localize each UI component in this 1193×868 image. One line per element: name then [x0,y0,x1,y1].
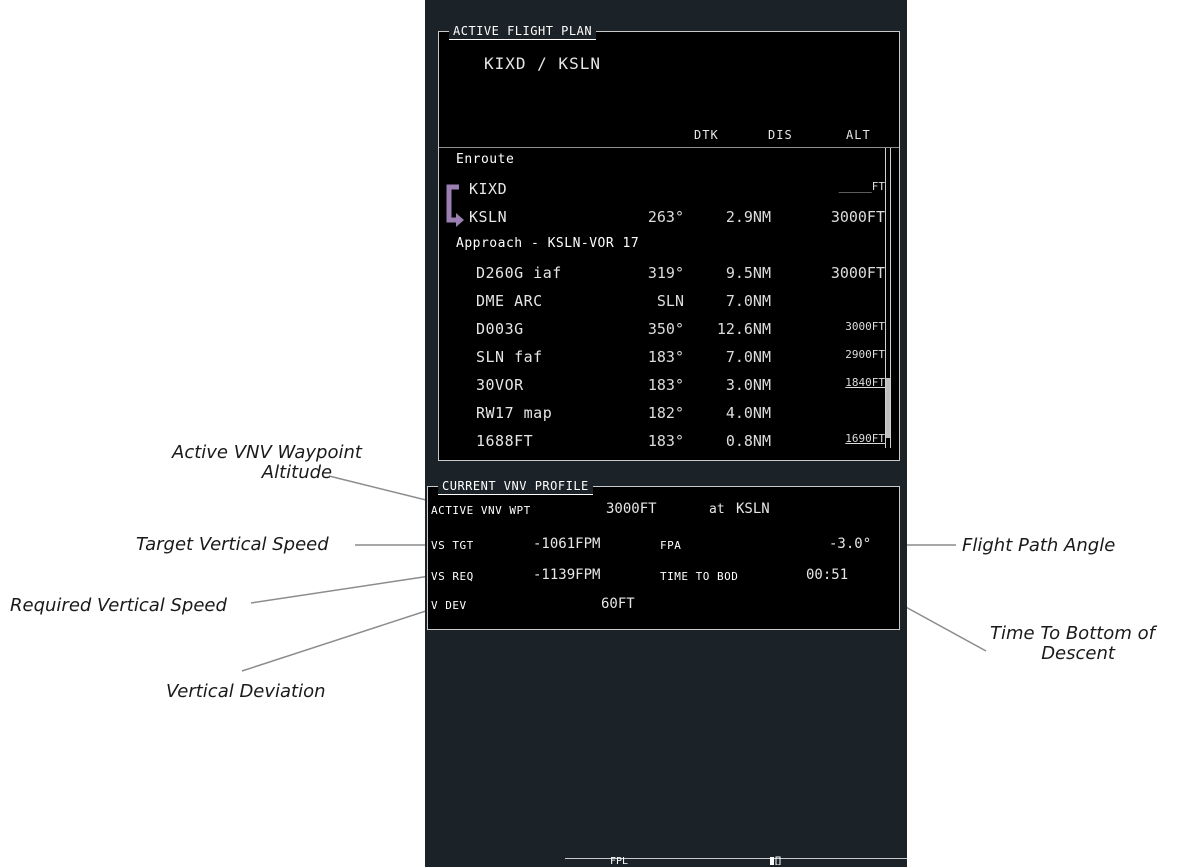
waypoint-alt[interactable]: 3000FT [831,264,885,282]
flight-plan-title: ACTIVE FLIGHT PLAN [449,23,597,40]
waypoint-name: D003G [476,320,524,338]
col-header-dtk: DTK [694,128,719,142]
vs-tgt-label: VS TGT [431,539,474,552]
page-indicator-icon [770,856,781,865]
waypoint-dtk: 183° [647,432,684,450]
waypoint-alt[interactable]: 1840FT [845,376,885,389]
active-leg-arrow-icon [446,184,464,227]
scrollbar-thumb[interactable] [886,378,890,438]
list-item[interactable]: RW17 map 182° 4.0NM [439,400,899,428]
waypoint-alt[interactable]: 2900FT [845,348,885,361]
waypoint-dis: 12.6NM [716,320,771,338]
waypoint-name: KSLN [469,208,508,226]
active-vnv-wpt-name: KSLN [736,501,770,517]
fpa-label: FPA [660,539,682,552]
waypoint-dtk: 183° [647,376,684,394]
fpa-value: -3.0° [829,536,872,552]
flight-plan-header-area [439,32,899,147]
callout-required-vs: Required Vertical Speed [10,595,227,616]
waypoint-name: RW17 map [476,404,553,422]
callout-time-bod: Time To Bottom of Descent [990,624,1155,664]
callout-active-vnv-alt: Active VNV Waypoint Altitude [172,443,362,483]
callout-target-vs: Target Vertical Speed [136,534,329,555]
vnv-profile-panel: CURRENT VNV PROFILE ACTIVE VNV WPT 3000F… [427,478,900,630]
list-item[interactable]: D003G 350° 12.6NM 3000FT [439,316,899,344]
mfd-screen: ACTIVE FLIGHT PLAN KIXD / KSLN DTK DIS A… [425,0,907,867]
vdev-label: V DEV [431,599,467,612]
waypoint-name: SLN faf [476,348,543,366]
waypoint-dis: 2.9NM [725,208,771,226]
time-bod-value: 00:51 [806,567,849,583]
vdev-value: 60FT [601,596,635,612]
vnv-profile-title: CURRENT VNV PROFILE [438,478,593,495]
waypoint-dtk: 350° [647,320,684,338]
waypoint-name: KIXD [469,180,508,198]
callout-time-bod-line1: Time To Bottom of [990,623,1155,644]
col-header-alt: ALT [846,128,871,142]
section-header-enroute: Enroute [439,148,899,176]
softkey-fpl[interactable]: FPL [610,856,628,867]
list-item[interactable]: D260G iaf 319° 9.5NM 3000FT [439,260,899,288]
section-label: Approach - KSLN-VOR 17 [456,236,640,251]
vs-req-value: -1139FPM [533,567,601,583]
waypoint-dtk: SLN [656,292,684,310]
waypoint-alt[interactable]: _____FT [839,180,885,193]
waypoint-name: DME ARC [476,292,543,310]
waypoint-dis: 0.8NM [725,432,771,450]
waypoint-dis: 9.5NM [725,264,771,282]
list-item[interactable]: KIXD _____FT [439,176,899,204]
col-header-dis: DIS [768,128,793,142]
flight-plan-route[interactable]: KIXD / KSLN [484,54,601,73]
at-label: at [709,502,725,517]
active-vnv-wpt-alt: 3000FT [606,501,657,517]
flight-plan-list: Enroute KIXD _____FT KSLN 263° 2.9NM 300… [439,148,899,460]
callout-fpa: Flight Path Angle [962,535,1116,556]
list-item[interactable]: DME ARC SLN 7.0NM [439,288,899,316]
waypoint-alt[interactable]: 3000FT [831,208,885,226]
waypoint-dis: 7.0NM [725,292,771,310]
callout-vertical-deviation: Vertical Deviation [166,681,326,702]
list-item[interactable]: SLN faf 183° 7.0NM 2900FT [439,344,899,372]
waypoint-dis: 7.0NM [725,348,771,366]
section-header-approach: Approach - KSLN-VOR 17 [439,232,899,260]
active-vnv-wpt-label: ACTIVE VNV WPT [431,504,531,517]
callout-active-vnv-alt-line2: Altitude [261,462,333,483]
waypoint-dis: 3.0NM [725,376,771,394]
active-flight-plan-panel: ACTIVE FLIGHT PLAN KIXD / KSLN DTK DIS A… [438,23,900,461]
section-label: Enroute [456,152,515,167]
callout-time-bod-line2: Descent [1041,643,1115,664]
waypoint-name: D260G iaf [476,264,562,282]
time-bod-label: TIME TO BOD [660,570,739,583]
waypoint-dis: 4.0NM [725,404,771,422]
waypoint-alt[interactable]: 1690FT [845,432,885,445]
list-item[interactable]: KSLN 263° 2.9NM 3000FT [439,204,899,232]
list-item[interactable]: 30VOR 183° 3.0NM 1840FT [439,372,899,400]
vs-tgt-value: -1061FPM [533,536,601,552]
waypoint-dtk: 319° [647,264,684,282]
waypoint-name: 30VOR [476,376,524,394]
callout-active-vnv-alt-line1: Active VNV Waypoint [172,442,362,463]
waypoint-dtk: 183° [647,348,684,366]
flight-plan-scrollbar[interactable] [885,148,891,448]
waypoint-name: 1688FT [476,432,534,450]
waypoint-dtk: 182° [647,404,684,422]
waypoint-dtk: 263° [647,208,684,226]
list-item[interactable]: 1688FT 183° 0.8NM 1690FT [439,428,899,456]
waypoint-alt[interactable]: 3000FT [845,320,885,333]
vs-req-label: VS REQ [431,570,474,583]
